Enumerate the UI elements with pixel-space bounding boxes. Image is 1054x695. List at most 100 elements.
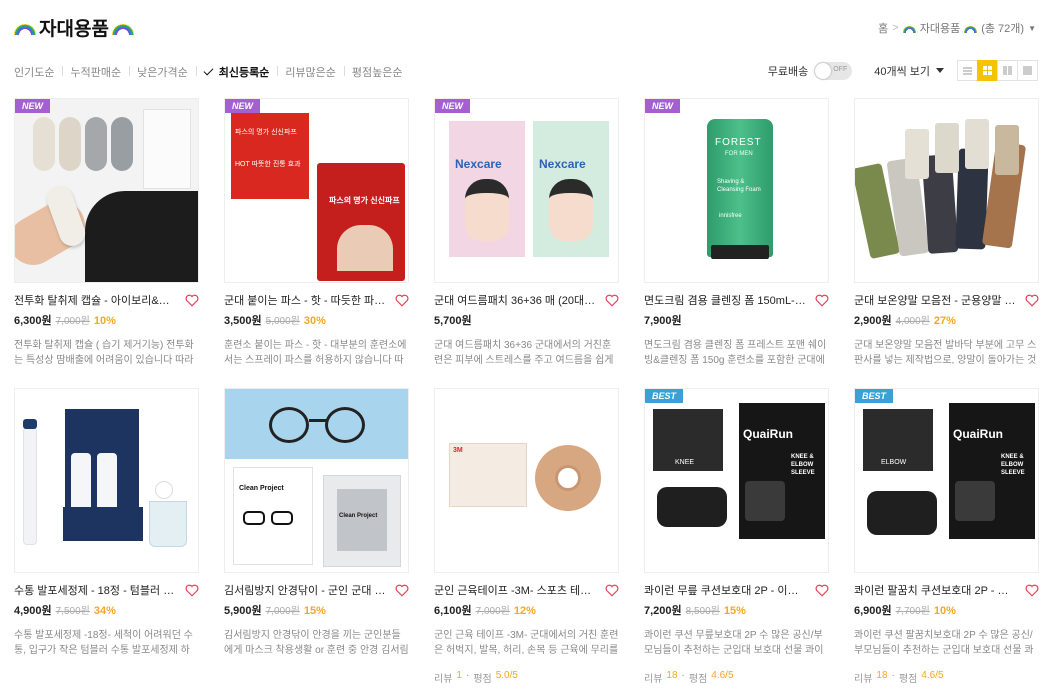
view-mode-switch [957, 60, 1038, 81]
product-name[interactable]: 수통 발포세정제 - 18정 - 텀블러 살균세척 [14, 582, 176, 598]
breadcrumb-count: (총 72개) [981, 23, 1025, 35]
product-name[interactable]: 군인 근육테이프 -3M- 스포츠 테이프 키네시올로지 [434, 582, 596, 598]
product-image[interactable]: NEW Nexcare Nexcare [434, 98, 619, 283]
view-grid-large-button[interactable] [977, 60, 998, 81]
product-card[interactable]: 수통 발포세정제 - 18정 - 텀블러 살균세척 4,900원 7,500원 … [14, 388, 199, 656]
product-name[interactable]: 콰이런 팔꿈치 쿠션보호대 2P - 훈련용 [854, 582, 1016, 598]
new-badge: NEW [435, 99, 470, 113]
price-row: 4,900원 7,500원 34% [14, 602, 199, 618]
product-name-row: 군대 여드름패치 36+36 매 (20대 여드름) [434, 292, 619, 308]
product-card[interactable]: Clean Project Clean Project 김서림방지 안경닦이 -… [224, 388, 409, 656]
product-name[interactable]: 군대 여드름패치 36+36 매 (20대 여드름) [434, 292, 596, 308]
product-name[interactable]: 김서림방지 안경닦이 - 군인 군대 필수품 [224, 582, 386, 598]
discount-rate: 10% [933, 605, 956, 617]
package-brand: QuaiRun [953, 427, 1003, 441]
view-single-button[interactable] [1017, 60, 1038, 81]
product-image[interactable]: 3M [434, 388, 619, 573]
product-card[interactable]: NEW Nexcare Nexcare 군대 여드름패치 36+36 매 (20… [434, 98, 619, 366]
sort-low-price[interactable]: 낮은가격순 [129, 64, 196, 80]
product-image[interactable] [14, 388, 199, 573]
sort-popular[interactable]: 인기도순 [14, 64, 62, 80]
box-text: 파스의 명가 신신파프 [329, 196, 400, 205]
rating-value: 5.0/5 [495, 670, 518, 681]
price-row: 6,900원 7,700원 10% [854, 602, 1039, 618]
product-image[interactable] [854, 98, 1039, 283]
review-summary: 리뷰 1 · 평점 5.0/5 [434, 670, 619, 685]
product-image[interactable]: NEW 파스의 명가 신신파프 HOT 따뜻한 진통 효과 파스의 명가 신신파… [224, 98, 409, 283]
rating-label: 평점 [688, 674, 708, 685]
sort-newest[interactable]: 최신등록순 [195, 64, 278, 80]
product-name[interactable]: 콰이런 무릎 쿠션보호대 2P - 이중 쿠션 패드 [644, 582, 806, 598]
reviews-label: 리뷰 [854, 674, 873, 685]
sale-price: 2,900원 [854, 315, 892, 327]
heart-icon[interactable] [815, 584, 829, 597]
rating-label: 평점 [473, 674, 492, 685]
package-text: KNEE & ELBOW SLEEVE [791, 454, 815, 476]
heart-icon[interactable] [185, 584, 199, 597]
per-page-value: 40개씩 보기 [874, 65, 930, 78]
product-card[interactable]: NEW FOREST FOR MEN Shaving & Cleansing F… [644, 98, 829, 366]
original-price: 8,500원 [685, 606, 720, 617]
product-summary: 전투화 탈취제 캡슐 ( 습기 제거기능) 전투화는 특성상 땀배출에 어려움이… [14, 340, 194, 366]
product-summary: 콰이런 쿠션 무릎보호대 2P 수 많은 공신/부모님들이 추천하는 군입대 보… [644, 630, 824, 656]
original-price: 7,000원 [55, 316, 90, 327]
product-name-row: 군인 근육테이프 -3M- 스포츠 테이프 키네시올로지 [434, 582, 619, 598]
product-summary: 김서림방지 안경닦이 안경을 끼는 군인분들에게 마스크 착용생활 or 훈련 … [224, 630, 409, 656]
product-card[interactable]: 3M 군인 근육테이프 -3M- 스포츠 테이프 키네시올로지 6,100원 7… [434, 388, 619, 685]
product-image[interactable]: BEST ELBOW QuaiRun KNEE & ELBOW SLEEVE [854, 388, 1039, 573]
package-brand: QuaiRun [743, 427, 793, 441]
sort-cumulative-sales[interactable]: 누적판매순 [62, 64, 129, 80]
reviews-label: 리뷰 [644, 674, 663, 685]
price-row: 6,300원 7,000원 10% [14, 312, 199, 328]
rating-label: 평점 [898, 674, 918, 685]
heart-icon[interactable] [605, 584, 619, 597]
sale-price: 6,900원 [854, 605, 892, 617]
toggle-knob [815, 62, 832, 79]
product-image[interactable]: Clean Project Clean Project [224, 388, 409, 573]
rating-value: 4.6/5 [711, 670, 734, 681]
product-card[interactable]: BEST KNEE QuaiRun KNEE & ELBOW SLEEVE 콰이… [644, 388, 829, 685]
product-name[interactable]: 면도크림 겸용 클렌징 폼 150mL-이니스프리 [644, 292, 806, 308]
rainbow-icon [14, 21, 36, 35]
product-name[interactable]: 군대 보온양말 모음전 - 군용양말 5켤레 [854, 292, 1016, 308]
heart-icon[interactable] [1025, 294, 1039, 307]
per-page-select[interactable]: 40개씩 보기 [874, 63, 944, 79]
product-image[interactable]: NEW [14, 98, 199, 283]
heart-icon[interactable] [815, 294, 829, 307]
breadcrumb-current[interactable]: 자대용품 [920, 20, 960, 36]
sale-price: 7,900원 [644, 315, 682, 327]
product-card[interactable]: NEW 전투화 탈취제 캡슐 - 아이보리&그레이 6,300원 7,000원 … [14, 98, 199, 366]
sale-price: 3,500원 [224, 315, 262, 327]
product-name[interactable]: 군대 붙이는 파스 - 핫 - 따듯한 파스 신신파프 [224, 292, 386, 308]
product-grid: NEW 전투화 탈취제 캡슐 - 아이보리&그레이 6,300원 7,000원 … [14, 98, 1039, 685]
discount-rate: 15% [723, 605, 746, 617]
heart-icon[interactable] [1025, 584, 1039, 597]
package-text: KNEE & ELBOW SLEEVE [1001, 454, 1025, 476]
heart-icon[interactable] [395, 584, 409, 597]
product-card[interactable]: 군대 보온양말 모음전 - 군용양말 5켤레 2,900원 4,000원 27%… [854, 98, 1039, 366]
product-image[interactable]: NEW FOREST FOR MEN Shaving & Cleansing F… [644, 98, 829, 283]
product-name-row: 면도크림 겸용 클렌징 폼 150mL-이니스프리 [644, 292, 829, 308]
sort-most-reviews[interactable]: 리뷰많은순 [277, 64, 344, 80]
product-image[interactable]: BEST KNEE QuaiRun KNEE & ELBOW SLEEVE [644, 388, 829, 573]
product-summary: 콰이런 쿠션 팔꿈치보호대 2P 수 많은 공신/부모님들이 추천하는 군입대 … [854, 630, 1034, 656]
sale-price: 6,300원 [14, 315, 52, 327]
chevron-down-icon[interactable]: ▼ [1028, 24, 1036, 33]
sort-newest-label: 최신등록순 [218, 67, 270, 79]
free-shipping-toggle[interactable]: OFF [814, 61, 853, 80]
view-grid-medium-button[interactable] [997, 60, 1018, 81]
product-card[interactable]: NEW 파스의 명가 신신파프 HOT 따뜻한 진통 효과 파스의 명가 신신파… [224, 98, 409, 366]
view-list-button[interactable] [957, 60, 978, 81]
product-name[interactable]: 전투화 탈취제 캡슐 - 아이보리&그레이 [14, 292, 176, 308]
sort-top-rated[interactable]: 평점높은순 [343, 64, 411, 80]
rainbow-icon [902, 24, 916, 33]
box-text: HOT 따뜻한 진통 효과 [235, 161, 301, 168]
original-price: 7,500원 [55, 606, 90, 617]
package-brand: Nexcare [455, 157, 502, 171]
product-card[interactable]: BEST ELBOW QuaiRun KNEE & ELBOW SLEEVE 콰… [854, 388, 1039, 685]
heart-icon[interactable] [185, 294, 199, 307]
heart-icon[interactable] [605, 294, 619, 307]
breadcrumb-home[interactable]: 홈 [878, 20, 888, 36]
heart-icon[interactable] [395, 294, 409, 307]
price-row: 7,900원 [644, 312, 829, 328]
